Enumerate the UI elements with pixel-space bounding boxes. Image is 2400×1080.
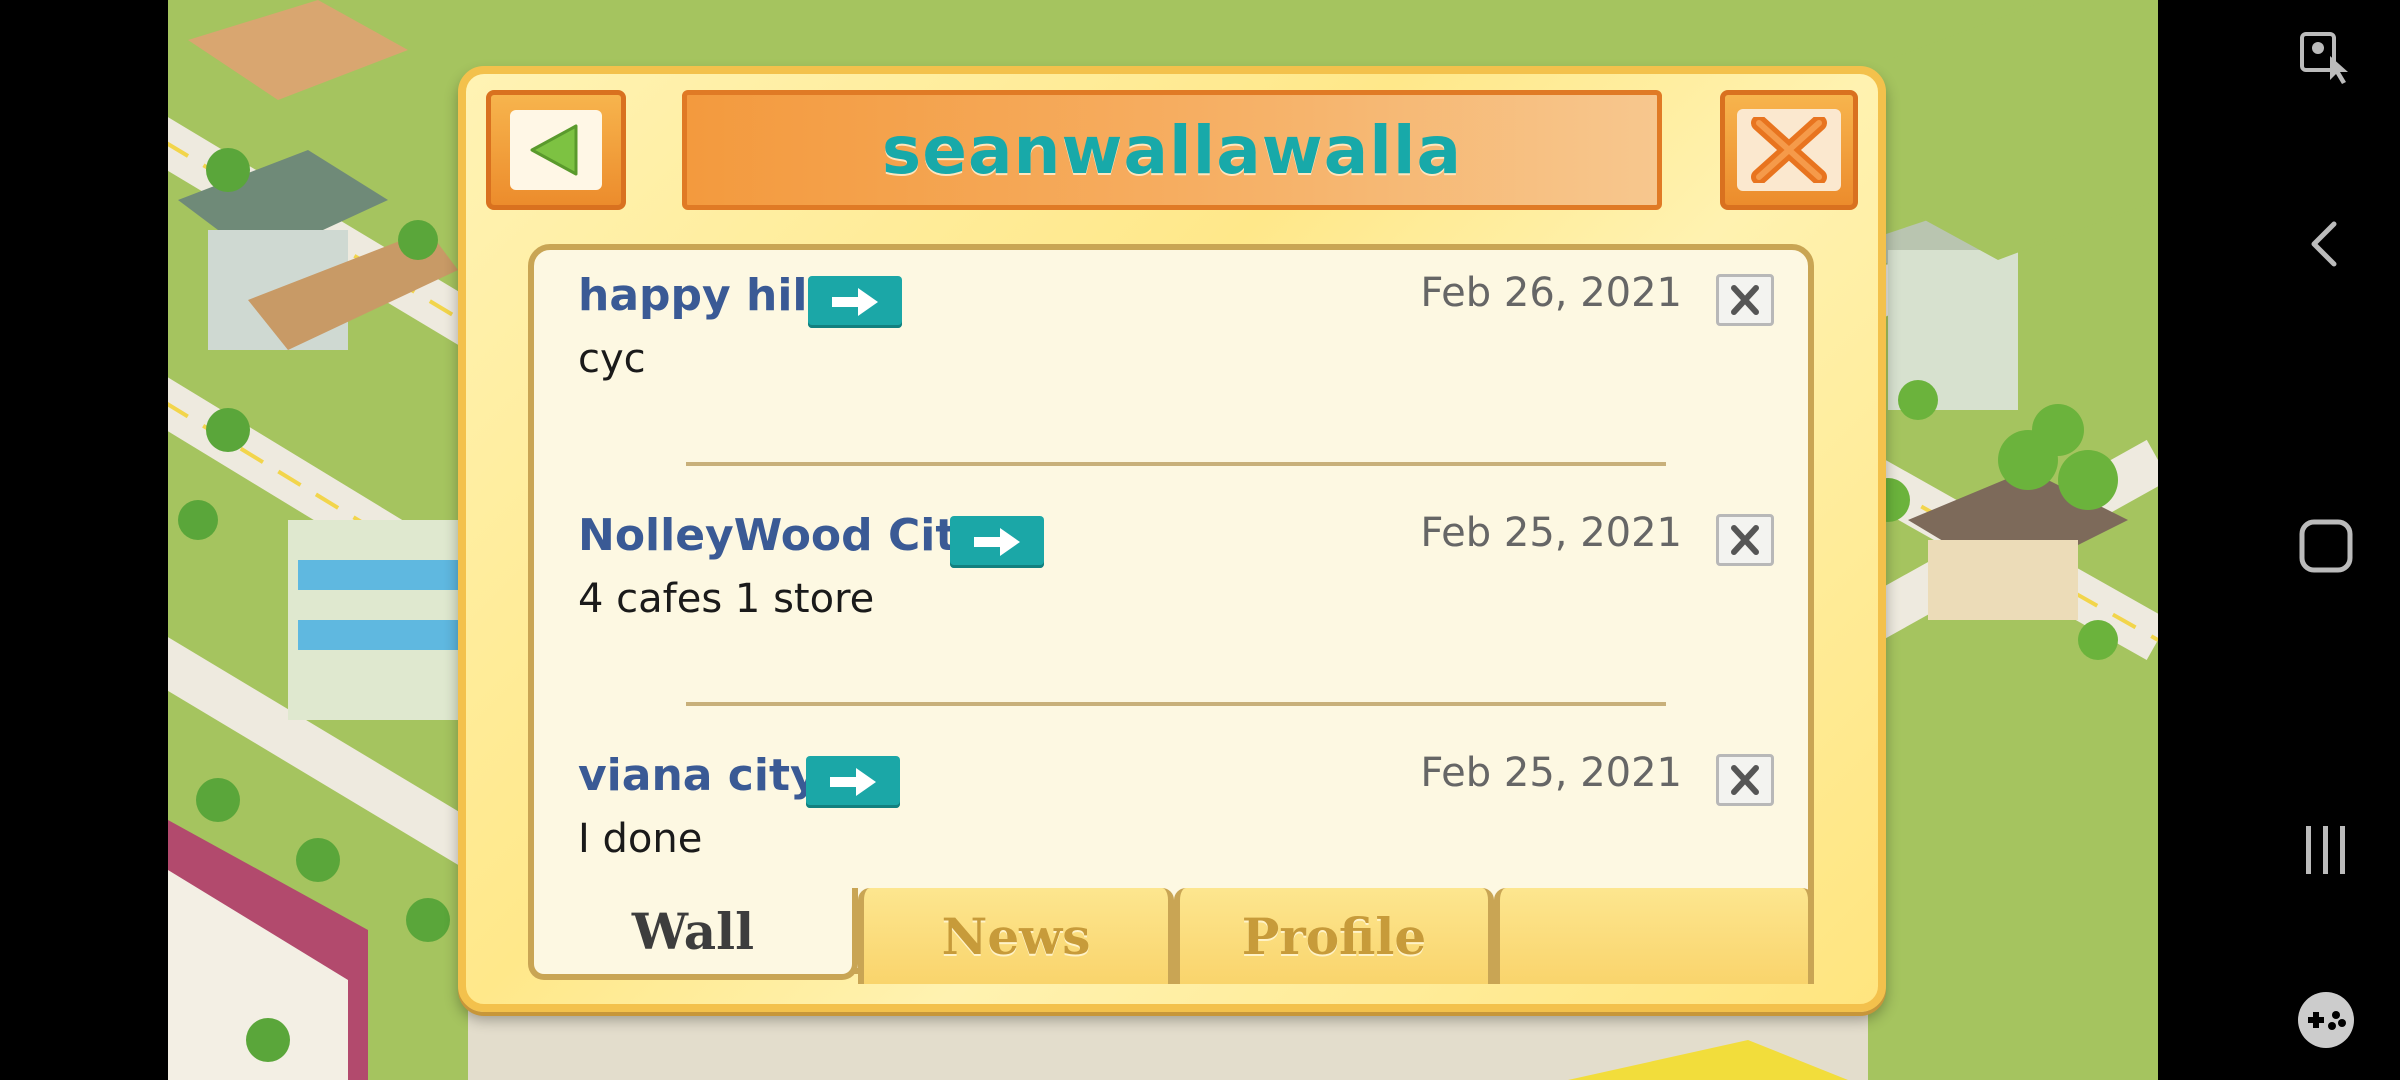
post-message: 4 cafes 1 store (578, 576, 875, 622)
post-author[interactable]: NolleyWood City (578, 510, 985, 561)
delete-x-icon (1731, 765, 1759, 795)
dialog-tabs: Wall News Profile (528, 888, 1814, 984)
post-divider (686, 702, 1666, 706)
arrow-right-icon (974, 528, 1020, 556)
back-button[interactable] (486, 90, 626, 210)
post-date: Feb 25, 2021 (1420, 750, 1682, 796)
visit-city-button[interactable] (808, 276, 902, 328)
wall-posts-panel[interactable]: happy hill Feb 26, 2021 cyc NolleyWood C… (528, 244, 1814, 974)
post-author[interactable]: viana city (578, 750, 819, 801)
tab-news[interactable]: News (858, 888, 1174, 984)
tab-label: Profile (1241, 906, 1427, 966)
post-divider (686, 462, 1666, 466)
system-navigation-bar (2158, 0, 2400, 1080)
home-square-icon[interactable] (2290, 510, 2362, 582)
post-message: cyc (578, 336, 646, 382)
accessibility-touch-icon[interactable] (2290, 20, 2362, 92)
dialog-title: seanwallawalla (881, 111, 1463, 189)
delete-x-icon (1731, 525, 1759, 555)
back-arrow-icon (530, 124, 578, 176)
post-message: I done (578, 816, 703, 862)
close-button[interactable] (1720, 90, 1858, 210)
tab-empty (1494, 888, 1814, 984)
tab-wall[interactable]: Wall (528, 888, 858, 980)
wall-post: NolleyWood City Feb 25, 2021 4 cafes 1 s… (534, 510, 1808, 710)
delete-post-button[interactable] (1716, 514, 1774, 566)
dialog-title-bar: seanwallawalla (682, 90, 1662, 210)
delete-post-button[interactable] (1716, 274, 1774, 326)
visit-city-button[interactable] (950, 516, 1044, 568)
tab-label: News (941, 906, 1091, 966)
tab-label: Wall (631, 901, 755, 961)
visit-city-button[interactable] (806, 756, 900, 808)
recents-icon[interactable] (2290, 814, 2362, 886)
chevron-left-icon[interactable] (2290, 208, 2362, 280)
wall-post: happy hill Feb 26, 2021 cyc (534, 270, 1808, 470)
post-date: Feb 26, 2021 (1420, 270, 1682, 316)
delete-x-icon (1731, 285, 1759, 315)
post-date: Feb 25, 2021 (1420, 510, 1682, 556)
tab-profile[interactable]: Profile (1174, 888, 1494, 984)
post-author[interactable]: happy hill (578, 270, 823, 321)
close-x-icon (1751, 117, 1827, 183)
arrow-right-icon (830, 768, 876, 796)
gamepad-icon[interactable] (2290, 984, 2362, 1056)
arrow-right-icon (832, 288, 878, 316)
delete-post-button[interactable] (1716, 754, 1774, 806)
